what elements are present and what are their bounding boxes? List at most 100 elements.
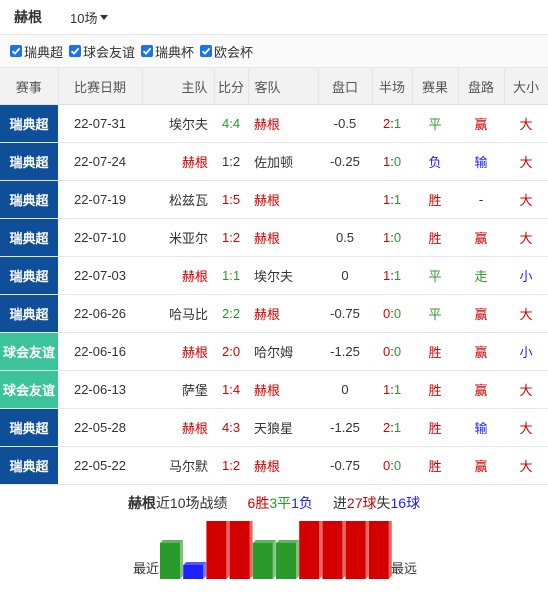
table-row[interactable]: 球会友谊 22-06-13 萨堡 1:4 赫根 0 1:1 胜赢大 bbox=[0, 370, 548, 409]
league-badge[interactable]: 瑞典超 bbox=[0, 180, 58, 219]
away-team[interactable]: 赫根 bbox=[248, 294, 318, 333]
checkbox-checked-icon[interactable] bbox=[200, 45, 213, 57]
form-bar bbox=[322, 521, 346, 579]
table-row[interactable]: 瑞典超 22-05-22 马尔默 1:2 赫根 -0.75 0:0 胜赢大 bbox=[0, 446, 548, 485]
handicap-result: 赢 bbox=[458, 294, 504, 333]
score-away: 5 bbox=[232, 192, 241, 207]
table-row[interactable]: 瑞典超 22-07-19 松兹瓦 1:5 赫根 1:1 胜 - 大 bbox=[0, 180, 548, 219]
handicap-line: -0.75 bbox=[318, 446, 372, 485]
home-team[interactable]: 赫根 bbox=[142, 332, 214, 371]
away-team[interactable]: 赫根 bbox=[248, 180, 318, 219]
home-team[interactable]: 赫根 bbox=[142, 142, 214, 181]
match-date: 22-05-22 bbox=[58, 446, 142, 485]
score-away: 4 bbox=[232, 382, 241, 397]
home-team[interactable]: 松兹瓦 bbox=[142, 180, 214, 219]
col-league-header: 赛事 bbox=[0, 68, 59, 105]
handicap-line: -1.25 bbox=[318, 332, 372, 371]
match-result: 平 bbox=[412, 294, 458, 333]
over-under: 大 bbox=[504, 446, 548, 485]
summary-ball-label-2: 球 bbox=[406, 495, 421, 511]
away-team[interactable]: 哈尔姆 bbox=[248, 332, 318, 371]
league-badge[interactable]: 瑞典超 bbox=[0, 446, 58, 485]
match-date: 22-07-31 bbox=[58, 104, 142, 143]
match-result: 负 bbox=[412, 142, 458, 181]
match-score[interactable]: 1:2 bbox=[214, 218, 248, 257]
league-badge[interactable]: 瑞典超 bbox=[0, 294, 58, 333]
match-date: 22-06-16 bbox=[58, 332, 142, 371]
filter-label: 瑞典超 bbox=[24, 44, 64, 60]
over-under: 小 bbox=[504, 332, 548, 371]
home-team[interactable]: 赫根 bbox=[142, 256, 214, 295]
match-score[interactable]: 4:4 bbox=[214, 104, 248, 143]
halftime-score: 1:1 bbox=[372, 256, 412, 295]
table-row[interactable]: 瑞典超 22-07-31 埃尔夫 4:4 赫根 -0.5 2:1 平赢大 bbox=[0, 104, 548, 143]
home-team[interactable]: 萨堡 bbox=[142, 370, 214, 409]
match-score[interactable]: 1:2 bbox=[214, 142, 248, 181]
handicap-result: - bbox=[458, 180, 504, 219]
summary-losses: 1 bbox=[291, 495, 299, 511]
filter-checkbox[interactable]: 欧会杯 bbox=[200, 42, 253, 61]
match-score[interactable]: 2:0 bbox=[214, 332, 248, 371]
table-row[interactable]: 球会友谊 22-06-16 赫根 2:0 哈尔姆 -1.25 0:0 胜赢小 bbox=[0, 332, 548, 371]
match-date: 22-06-26 bbox=[58, 294, 142, 333]
match-score[interactable]: 1:4 bbox=[214, 370, 248, 409]
checkbox-checked-icon[interactable] bbox=[141, 45, 154, 57]
home-team[interactable]: 马尔默 bbox=[142, 446, 214, 485]
match-table: 赛事 比赛日期 主队 比分 客队 盘口 半场 赛果 盘路 大小 瑞典超 22-07-31 埃尔夫 4:4… bbox=[0, 68, 548, 485]
form-bar bbox=[160, 540, 183, 579]
handicap-result: 输 bbox=[458, 142, 504, 181]
half-away: 1 bbox=[393, 192, 402, 207]
table-row[interactable]: 瑞典超 22-07-24 赫根 1:2 佐加顿 -0.25 1:0 负输大 bbox=[0, 142, 548, 181]
league-badge[interactable]: 瑞典超 bbox=[0, 104, 58, 143]
away-team[interactable]: 赫根 bbox=[248, 370, 318, 409]
away-team[interactable]: 天狼星 bbox=[248, 408, 318, 447]
filter-checkbox[interactable]: 瑞典杯 bbox=[141, 42, 194, 61]
league-badge[interactable]: 瑞典超 bbox=[0, 408, 58, 447]
away-team[interactable]: 赫根 bbox=[248, 218, 318, 257]
handicap-line: 0.5 bbox=[318, 218, 372, 257]
home-team[interactable]: 哈马比 bbox=[142, 294, 214, 333]
match-score[interactable]: 1:5 bbox=[214, 180, 248, 219]
table-row[interactable]: 瑞典超 22-07-03 赫根 1:1 埃尔夫 0 1:1 平走小 bbox=[0, 256, 548, 295]
col-date-header: 比赛日期 bbox=[58, 68, 143, 105]
away-team[interactable]: 赫根 bbox=[248, 104, 318, 143]
away-team[interactable]: 佐加顿 bbox=[248, 142, 318, 181]
league-badge[interactable]: 瑞典超 bbox=[0, 142, 58, 181]
match-score[interactable]: 4:3 bbox=[214, 408, 248, 447]
filter-checkbox[interactable]: 瑞典超 bbox=[10, 42, 63, 61]
league-badge[interactable]: 球会友谊 bbox=[0, 332, 58, 371]
col-score-header: 比分 bbox=[214, 68, 249, 105]
home-team[interactable]: 埃尔夫 bbox=[142, 104, 214, 143]
checkbox-checked-icon[interactable] bbox=[10, 45, 22, 57]
match-score[interactable]: 2:2 bbox=[214, 294, 248, 333]
score-away: 4 bbox=[232, 116, 241, 131]
match-date: 22-05-28 bbox=[58, 408, 142, 447]
table-row[interactable]: 瑞典超 22-05-28 赫根 4:3 天狼星 -1.25 2:1 胜输大 bbox=[0, 408, 548, 447]
form-bar bbox=[252, 540, 276, 579]
league-badge[interactable]: 球会友谊 bbox=[0, 370, 58, 409]
summary-draw-label: 平 bbox=[277, 495, 292, 511]
league-badge[interactable]: 瑞典超 bbox=[0, 218, 58, 257]
summary-ball-label: 球 bbox=[362, 495, 377, 511]
form-chart: 最近 最远 bbox=[0, 521, 548, 581]
home-team[interactable]: 米亚尔 bbox=[142, 218, 214, 257]
col-line-header: 盘口 bbox=[318, 68, 373, 105]
checkbox-checked-icon[interactable] bbox=[69, 45, 82, 57]
league-badge[interactable]: 瑞典超 bbox=[0, 256, 58, 295]
match-score[interactable]: 1:1 bbox=[214, 256, 248, 295]
away-team[interactable]: 赫根 bbox=[248, 446, 318, 485]
over-under: 大 bbox=[504, 218, 548, 257]
home-team[interactable]: 赫根 bbox=[142, 408, 214, 447]
col-half-header: 半场 bbox=[372, 68, 413, 105]
away-team[interactable]: 埃尔夫 bbox=[248, 256, 318, 295]
form-bar bbox=[345, 521, 369, 579]
half-away: 1 bbox=[393, 116, 402, 131]
handicap-result: 赢 bbox=[458, 446, 504, 485]
form-bar bbox=[206, 521, 230, 579]
table-row[interactable]: 瑞典超 22-06-26 哈马比 2:2 赫根 -0.75 0:0 平赢大 bbox=[0, 294, 548, 333]
table-row[interactable]: 瑞典超 22-07-10 米亚尔 1:2 赫根 0.5 1:0 胜赢大 bbox=[0, 218, 548, 257]
form-bar bbox=[276, 540, 299, 579]
filter-checkbox[interactable]: 球会友谊 bbox=[69, 42, 135, 61]
match-count-dropdown[interactable]: 10场 bbox=[70, 8, 109, 27]
match-score[interactable]: 1:2 bbox=[214, 446, 248, 485]
